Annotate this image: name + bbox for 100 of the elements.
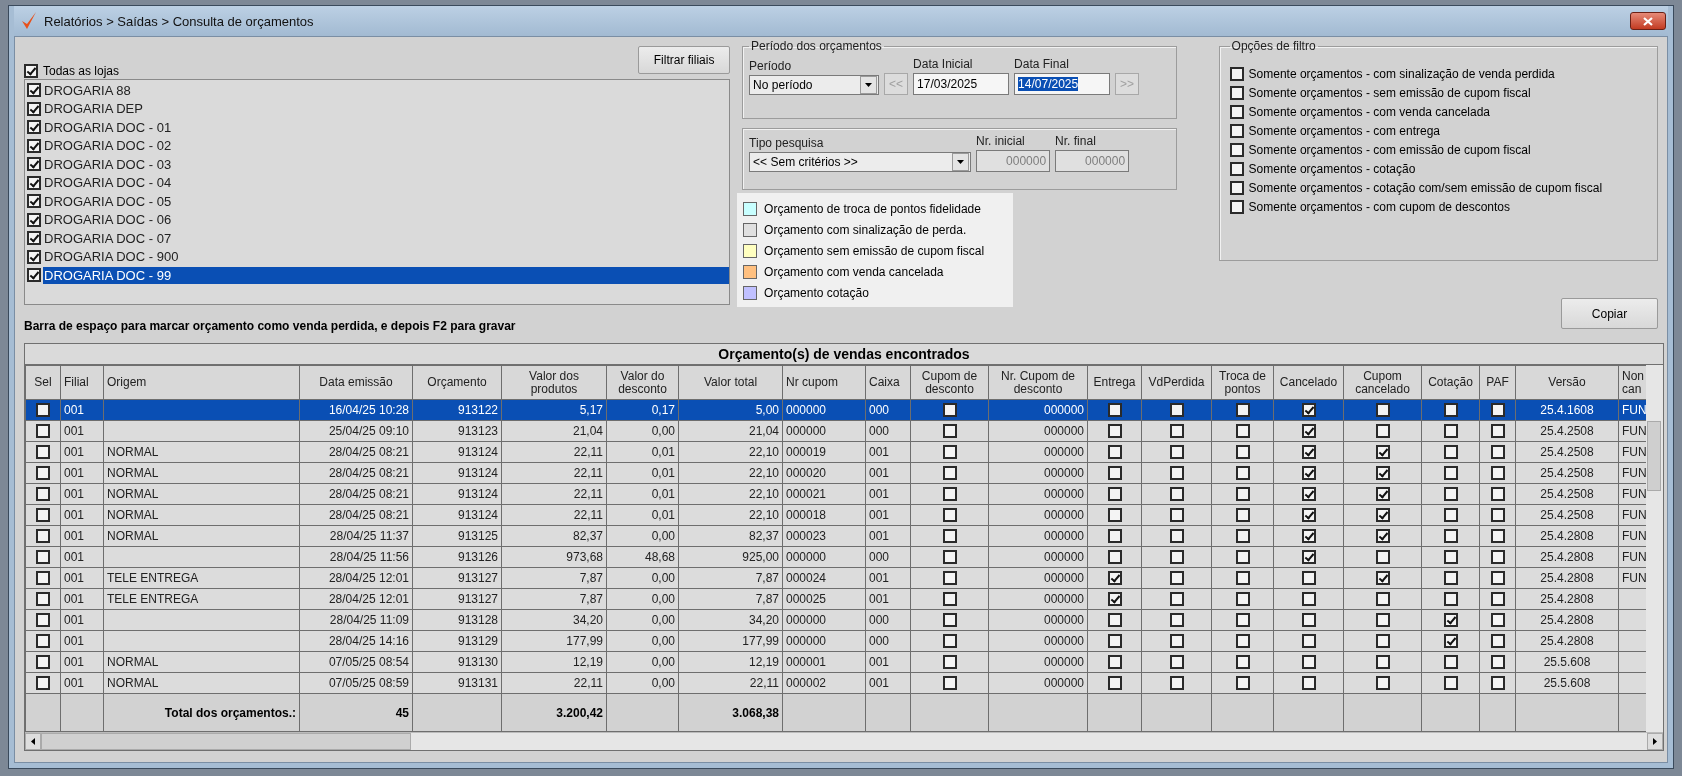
checkbox[interactable] — [1107, 529, 1122, 544]
checkbox[interactable] — [1235, 424, 1250, 439]
store-item[interactable]: DROGARIA DOC - 01 — [43, 118, 730, 136]
checkbox[interactable] — [1107, 634, 1122, 649]
checkbox[interactable] — [36, 655, 50, 670]
checkbox[interactable] — [1229, 200, 1244, 214]
checkbox[interactable] — [27, 212, 41, 227]
column-header[interactable]: Entrega — [1087, 365, 1142, 400]
store-item[interactable]: DROGARIA DEP — [43, 100, 730, 118]
checkbox[interactable] — [36, 529, 50, 544]
table-row[interactable]: 001 NORMAL 07/05/25 08:54 913130 12,19 0,00 12,19 000001 001 000000 25.5.608 — [25, 651, 1646, 673]
checkbox[interactable] — [1229, 143, 1244, 157]
checkbox[interactable] — [27, 231, 41, 246]
checkbox[interactable] — [1490, 424, 1505, 439]
checkbox[interactable] — [1301, 655, 1316, 670]
checkbox[interactable] — [1107, 403, 1122, 418]
checkbox[interactable] — [36, 487, 50, 502]
checkbox[interactable] — [1443, 445, 1458, 460]
date-field[interactable]: 14/07/2025 — [1014, 73, 1111, 95]
vertical-scrollbar[interactable] — [1646, 365, 1663, 732]
scroll-thumb[interactable] — [1647, 421, 1661, 491]
checkbox[interactable] — [942, 592, 957, 607]
checkbox[interactable] — [1301, 634, 1316, 649]
checkbox[interactable] — [36, 550, 50, 565]
checkbox[interactable] — [1301, 613, 1316, 628]
column-header[interactable]: Valor dos produtos — [501, 365, 607, 400]
table-row[interactable]: 001 28/04/25 11:56 913126 973,68 48,68 925,00 000000 000 000000 25.4.2808 FUN — [25, 546, 1646, 568]
store-item[interactable]: DROGARIA DOC - 05 — [43, 192, 730, 210]
store-item[interactable]: DROGARIA DOC - 04 — [43, 174, 730, 192]
checkbox[interactable] — [1169, 487, 1184, 502]
date-field[interactable]: 17/03/2025 — [913, 73, 1010, 95]
checkbox[interactable] — [1443, 592, 1458, 607]
checkbox[interactable] — [1107, 466, 1122, 481]
checkbox[interactable] — [1443, 424, 1458, 439]
checkbox[interactable] — [942, 466, 957, 481]
column-header[interactable]: Caixa — [865, 365, 911, 400]
column-header[interactable]: Valor total — [678, 365, 783, 400]
checkbox[interactable] — [1301, 550, 1316, 565]
checkbox[interactable] — [1375, 613, 1390, 628]
checkbox[interactable] — [1301, 445, 1316, 460]
store-item[interactable]: DROGARIA DOC - 07 — [43, 229, 730, 247]
checkbox[interactable] — [942, 571, 957, 586]
checkbox[interactable] — [36, 634, 50, 649]
checkbox[interactable] — [1443, 655, 1458, 670]
checkbox[interactable] — [36, 571, 50, 586]
checkbox[interactable] — [1229, 86, 1244, 100]
column-header[interactable]: Orçamento — [412, 365, 502, 400]
period-dropdown[interactable]: No período — [749, 75, 880, 95]
checkbox[interactable] — [1490, 550, 1505, 565]
close-button[interactable] — [1630, 12, 1666, 30]
checkbox[interactable] — [1107, 487, 1122, 502]
checkbox[interactable] — [1375, 676, 1390, 691]
checkbox[interactable] — [1169, 571, 1184, 586]
checkbox[interactable] — [1107, 445, 1122, 460]
table-row[interactable]: 001 28/04/25 14:16 913129 177,99 0,00 177,99 000000 000 000000 25.4.2808 — [25, 630, 1646, 652]
checkbox[interactable] — [1490, 613, 1505, 628]
checkbox[interactable] — [1375, 529, 1390, 544]
checkbox[interactable] — [1443, 487, 1458, 502]
checkbox[interactable] — [36, 424, 50, 439]
checkbox[interactable] — [1169, 655, 1184, 670]
checkbox[interactable] — [1235, 508, 1250, 523]
checkbox[interactable] — [1235, 613, 1250, 628]
checkbox[interactable] — [1443, 550, 1458, 565]
table-row[interactable]: 001 NORMAL 28/04/25 08:21 913124 22,11 0,01 22,10 000019 001 000000 25.4.2508 FUN — [25, 441, 1646, 463]
checkbox[interactable] — [942, 487, 957, 502]
checkbox[interactable] — [1235, 403, 1250, 418]
column-header[interactable]: Cancelado — [1273, 365, 1344, 400]
checkbox[interactable] — [1229, 67, 1244, 81]
checkbox[interactable] — [1235, 676, 1250, 691]
checkbox[interactable] — [1443, 508, 1458, 523]
column-header[interactable]: Nr cupom — [782, 365, 866, 400]
dropdown-button[interactable] — [952, 153, 970, 171]
table-row[interactable]: 001 NORMAL 28/04/25 11:37 913125 82,37 0,00 82,37 000023 001 000000 25.4.2808 FUN — [25, 525, 1646, 547]
checkbox[interactable] — [1375, 445, 1390, 460]
checkbox[interactable] — [942, 613, 957, 628]
checkbox[interactable] — [1169, 403, 1184, 418]
checkbox[interactable] — [1235, 550, 1250, 565]
column-header[interactable]: VdPerdida — [1141, 365, 1212, 400]
table-row[interactable]: 001 NORMAL 28/04/25 08:21 913124 22,11 0,01 22,10 000020 001 000000 25.4.2508 FUN — [25, 462, 1646, 484]
checkbox[interactable] — [1235, 655, 1250, 670]
checkbox[interactable] — [1443, 466, 1458, 481]
checkbox[interactable] — [1235, 445, 1250, 460]
checkbox[interactable] — [1443, 676, 1458, 691]
checkbox[interactable] — [1229, 181, 1244, 195]
column-header[interactable]: Cotação — [1421, 365, 1480, 400]
checkbox[interactable] — [1375, 634, 1390, 649]
checkbox[interactable] — [36, 445, 50, 460]
checkbox[interactable] — [1229, 162, 1244, 176]
checkbox[interactable] — [36, 403, 50, 418]
column-header[interactable]: Cupom cancelado — [1343, 365, 1422, 400]
checkbox[interactable] — [1490, 487, 1505, 502]
checkbox[interactable] — [24, 64, 38, 78]
checkbox[interactable] — [1235, 571, 1250, 586]
checkbox[interactable] — [27, 157, 41, 172]
checkbox[interactable] — [1169, 592, 1184, 607]
checkbox[interactable] — [1301, 487, 1316, 502]
checkbox[interactable] — [1443, 403, 1458, 418]
checkbox[interactable] — [1235, 529, 1250, 544]
checkbox[interactable] — [1375, 571, 1390, 586]
checkbox[interactable] — [27, 175, 41, 190]
